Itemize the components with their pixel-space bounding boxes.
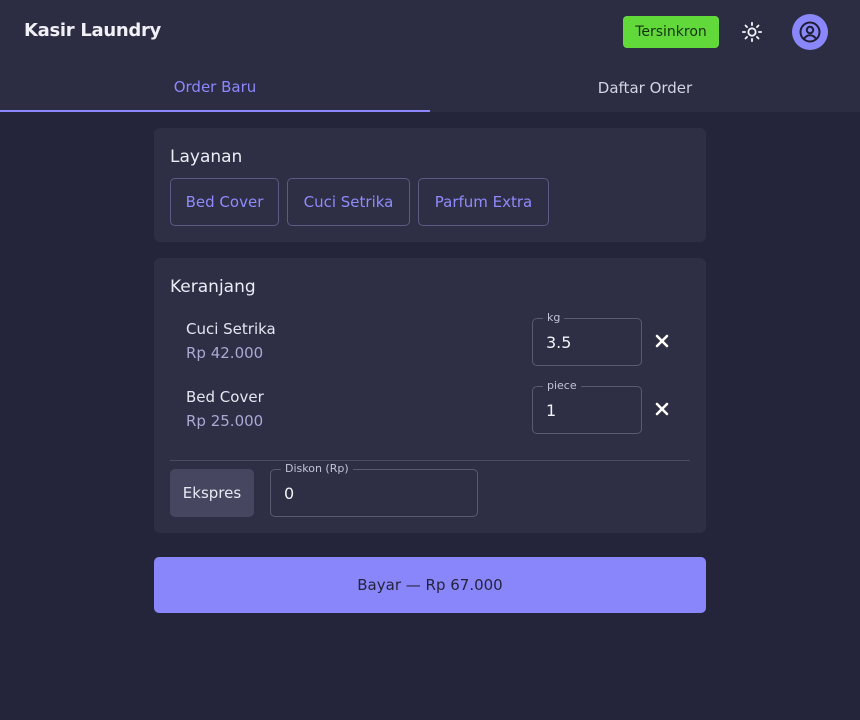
quantity-unit-label: piece bbox=[543, 379, 581, 393]
sun-icon bbox=[741, 21, 763, 43]
pay-button[interactable]: Bayar — Rp 67.000 bbox=[154, 557, 706, 613]
remove-item-button[interactable] bbox=[650, 329, 674, 353]
tab-order-baru[interactable]: Order Baru bbox=[0, 64, 430, 112]
user-circle-icon bbox=[799, 21, 821, 43]
discount-label: Diskon (Rp) bbox=[281, 462, 353, 476]
services-card: Layanan Bed Cover Cuci Setrika Parfum Ex… bbox=[154, 128, 706, 242]
services-title: Layanan bbox=[170, 147, 243, 167]
cart-card: Keranjang Cuci Setrika Rp 42.000 kg 3.5 … bbox=[154, 258, 706, 533]
cart-item-name: Bed Cover bbox=[186, 388, 264, 406]
cart-item-price: Rp 25.000 bbox=[186, 412, 264, 430]
quantity-input[interactable]: kg 3.5 bbox=[532, 311, 642, 366]
quantity-value: 3.5 bbox=[546, 333, 572, 352]
quantity-value: 1 bbox=[546, 401, 557, 420]
cart-title: Keranjang bbox=[170, 277, 256, 297]
sync-status-badge: Tersinkron bbox=[623, 16, 719, 48]
tab-daftar-order[interactable]: Daftar Order bbox=[430, 64, 860, 112]
service-cuci-setrika-button[interactable]: Cuci Setrika bbox=[287, 178, 410, 226]
express-toggle-button[interactable]: Ekspres bbox=[170, 469, 254, 517]
app-title: Kasir Laundry bbox=[24, 20, 161, 41]
account-avatar-button[interactable] bbox=[792, 14, 828, 50]
service-parfum-extra-button[interactable]: Parfum Extra bbox=[418, 178, 549, 226]
close-icon bbox=[655, 402, 669, 416]
discount-value: 0 bbox=[284, 484, 295, 503]
quantity-input[interactable]: piece 1 bbox=[532, 379, 642, 434]
service-bed-cover-button[interactable]: Bed Cover bbox=[170, 178, 279, 226]
theme-toggle-button[interactable] bbox=[736, 16, 768, 48]
quantity-unit-label: kg bbox=[543, 311, 565, 325]
discount-input[interactable]: Diskon (Rp) 0 bbox=[270, 462, 478, 517]
close-icon bbox=[655, 334, 669, 348]
remove-item-button[interactable] bbox=[650, 397, 674, 421]
app-header: Kasir Laundry Tersinkron Order Baru Daft… bbox=[0, 0, 860, 112]
cart-divider bbox=[170, 460, 690, 461]
cart-item-price: Rp 42.000 bbox=[186, 344, 264, 362]
cart-item-name: Cuci Setrika bbox=[186, 320, 276, 338]
